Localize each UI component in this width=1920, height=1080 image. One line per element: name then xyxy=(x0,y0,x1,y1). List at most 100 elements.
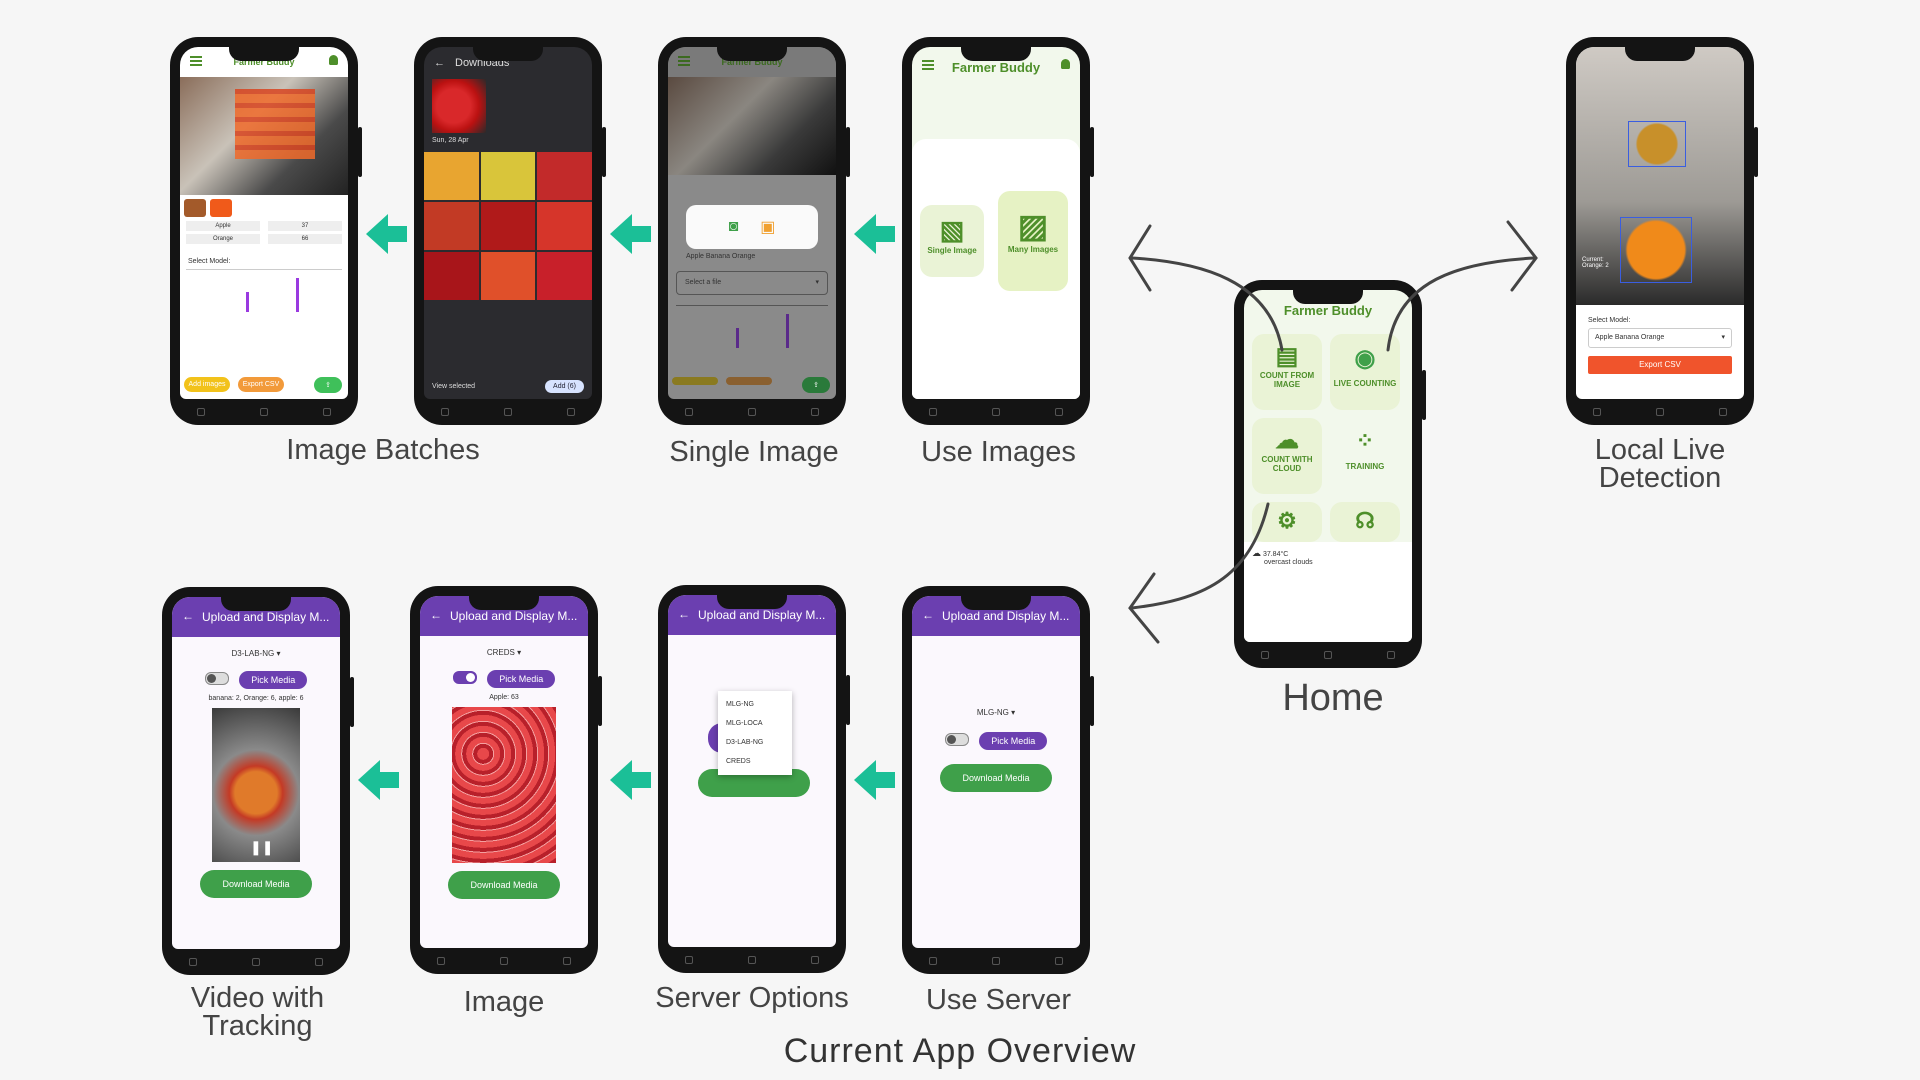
back-icon[interactable] xyxy=(562,957,571,965)
count-with-cloud-tile[interactable]: ☁ COUNT WITH CLOUD xyxy=(1252,418,1322,494)
menu-item[interactable]: MLG-LOCA xyxy=(718,714,792,733)
back-icon[interactable] xyxy=(566,408,575,416)
menu-item[interactable]: CREDS xyxy=(718,752,792,771)
back-icon[interactable] xyxy=(1054,957,1063,965)
select-file-dropdown[interactable]: Select a file ▾ xyxy=(676,271,828,295)
pick-media-button[interactable]: Pick Media xyxy=(487,670,556,688)
bar-title: Upload and Display M... xyxy=(698,608,826,622)
settings-tile[interactable]: ⚙ xyxy=(1252,502,1322,542)
home-icon[interactable] xyxy=(991,408,1000,416)
home-icon[interactable] xyxy=(991,957,1000,965)
pick-media-button[interactable]: Pick Media xyxy=(979,732,1048,750)
date-label: Sun, 28 Apr xyxy=(432,137,469,144)
screen: ← Upload and Display M... D3-LAB-NG ▾ Pic… xyxy=(172,597,340,949)
back-icon[interactable] xyxy=(322,408,331,416)
menu-item[interactable]: D3-LAB-NG xyxy=(718,733,792,752)
grid-photo[interactable] xyxy=(480,202,536,250)
training-tile[interactable]: ⁘ TRAINING xyxy=(1330,418,1400,494)
recents-icon[interactable] xyxy=(189,958,198,966)
tracking-toggle[interactable] xyxy=(944,733,969,747)
grid-photo[interactable] xyxy=(537,152,592,200)
phone-notch xyxy=(1625,45,1695,61)
bell-icon[interactable] xyxy=(1061,59,1070,69)
back-arrow-icon[interactable]: ← xyxy=(430,608,442,622)
live-counting-tile[interactable]: ◉ LIVE COUNTING xyxy=(1330,334,1400,410)
grid-photo[interactable] xyxy=(537,252,592,300)
pause-icon[interactable]: ❚❚ xyxy=(250,839,273,856)
count-from-image-tile[interactable]: ▤ COUNT FROM IMAGE xyxy=(1252,334,1322,410)
view-selected-link[interactable]: View selected xyxy=(432,383,475,390)
home-icon[interactable] xyxy=(259,408,268,416)
menu-icon[interactable] xyxy=(678,56,690,58)
camera-icon[interactable]: ◙ xyxy=(729,218,739,236)
share-icon[interactable]: ⇪ xyxy=(314,377,342,393)
recents-icon[interactable] xyxy=(437,957,446,965)
back-arrow-icon[interactable]: ← xyxy=(434,57,445,69)
source-picker-dialog: ◙ ▣ xyxy=(686,205,818,249)
model-dropdown[interactable]: D3-LAB-NG ▾ xyxy=(172,649,340,658)
home-icon[interactable] xyxy=(747,408,756,416)
home-icon[interactable] xyxy=(747,956,756,964)
export-csv-button[interactable] xyxy=(726,377,772,385)
gallery-icon[interactable]: ▣ xyxy=(760,217,775,237)
back-arrow-icon[interactable]: ← xyxy=(182,609,194,623)
back-icon[interactable] xyxy=(1386,651,1395,659)
home-icon[interactable] xyxy=(1323,651,1332,659)
grid-photo[interactable] xyxy=(537,202,592,250)
tracking-toggle[interactable] xyxy=(204,672,229,686)
thumbnail[interactable] xyxy=(210,199,232,217)
thumbnail[interactable] xyxy=(184,199,206,217)
grid-photo[interactable] xyxy=(424,202,479,250)
share-icon[interactable]: ⇪ xyxy=(802,377,830,393)
grid-photo[interactable] xyxy=(480,252,536,300)
recents-icon[interactable] xyxy=(685,956,694,964)
model-dropdown[interactable]: CREDS ▾ xyxy=(420,648,588,657)
grid-photo[interactable] xyxy=(480,152,536,200)
recents-icon[interactable] xyxy=(197,408,206,416)
add-button[interactable]: Add (6) xyxy=(545,380,584,393)
single-image-tile[interactable]: ▧ Single Image xyxy=(920,205,984,277)
download-media-button[interactable]: Download Media xyxy=(940,764,1052,792)
home-icon[interactable] xyxy=(1655,408,1664,416)
tile-label: LIVE COUNTING xyxy=(1333,379,1397,388)
back-icon[interactable] xyxy=(314,958,323,966)
bar-title: Upload and Display M... xyxy=(450,609,578,623)
back-icon[interactable] xyxy=(1718,408,1727,416)
menu-icon[interactable] xyxy=(190,56,202,58)
model-dropdown[interactable]: Apple Banana Orange ▾ xyxy=(1588,328,1732,348)
export-csv-button[interactable]: Export CSV xyxy=(238,377,284,392)
export-csv-button[interactable]: Export CSV xyxy=(1588,356,1732,374)
home-icon[interactable] xyxy=(499,957,508,965)
recents-icon[interactable] xyxy=(1593,408,1602,416)
system-nav-bar xyxy=(162,955,350,969)
detection-box xyxy=(1620,217,1692,283)
model-dropdown[interactable]: MLG-NG ▾ xyxy=(912,708,1080,717)
video-player[interactable]: ❚❚ xyxy=(212,708,300,862)
home-icon[interactable] xyxy=(251,958,260,966)
back-icon[interactable] xyxy=(810,408,819,416)
menu-icon[interactable] xyxy=(922,60,934,62)
grid-photo[interactable] xyxy=(424,152,479,200)
bell-icon[interactable] xyxy=(329,55,338,65)
recents-icon[interactable] xyxy=(1261,651,1270,659)
back-arrow-icon[interactable]: ← xyxy=(922,608,934,622)
home-icon[interactable] xyxy=(503,408,512,416)
download-media-button[interactable]: Download Media xyxy=(200,870,312,898)
many-images-tile[interactable]: ▨ Many Images xyxy=(998,191,1068,291)
recents-icon[interactable] xyxy=(929,957,938,965)
add-images-button[interactable]: Add images xyxy=(184,377,230,392)
back-arrow-icon[interactable]: ← xyxy=(678,607,690,621)
download-media-button[interactable]: Download Media xyxy=(448,871,560,899)
pick-media-button[interactable]: Pick Media xyxy=(239,671,308,689)
back-icon[interactable] xyxy=(1054,408,1063,416)
add-images-button[interactable] xyxy=(672,377,718,385)
recent-photo[interactable] xyxy=(432,79,486,133)
recents-icon[interactable] xyxy=(441,408,450,416)
grid-photo[interactable] xyxy=(424,252,479,300)
back-icon[interactable] xyxy=(810,956,819,964)
recents-icon[interactable] xyxy=(929,408,938,416)
menu-item[interactable]: MLG-NG xyxy=(718,695,792,714)
tracking-toggle[interactable] xyxy=(452,671,477,685)
recents-icon[interactable] xyxy=(685,408,694,416)
support-tile[interactable]: ☊ xyxy=(1330,502,1400,542)
